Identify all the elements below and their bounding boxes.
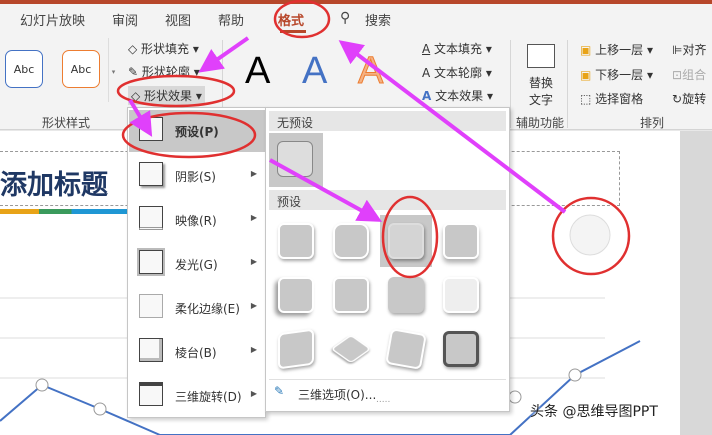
send-backward-button[interactable]: ▣ 下移一层 ▾ [580, 66, 653, 83]
ribbon-tabs: 幻灯片放映 审阅 视图 帮助 格式 ⚲ 搜索 [0, 4, 712, 34]
preset-option-7[interactable] [380, 269, 432, 321]
preset-option-5[interactable] [270, 269, 322, 321]
tab-format[interactable]: 格式 [278, 10, 304, 29]
tab-view[interactable]: 视图 [165, 10, 191, 29]
selection-pane-button[interactable]: ⬚ 选择窗格 [580, 90, 643, 107]
preset-option-2[interactable] [325, 215, 377, 267]
group-label-arrange: 排列 [640, 116, 665, 130]
preset-option-12[interactable] [435, 323, 487, 375]
shape-effects-menu: 预设(P) 阴影(S) ▶ 映像(R) ▶ 发光(G) ▶ 柔化边缘(E) ▶ 棱台(B… [127, 107, 266, 418]
shape-style-orange[interactable]: Abc [62, 50, 100, 88]
menu-item-glow[interactable]: 发光(G) ▶ [129, 243, 265, 285]
shape-effects-button[interactable]: ◇ 形状效果 ▾ [128, 86, 205, 105]
menu-item-preset[interactable]: 预设(P) [129, 110, 265, 152]
3d-options-button[interactable]: 三维选项(O)... [298, 386, 376, 403]
shadow-icon [139, 162, 163, 186]
tab-review[interactable]: 审阅 [112, 10, 138, 29]
bring-forward-button[interactable]: ▣ 上移一层 ▾ [580, 41, 653, 58]
tab-slideshow[interactable]: 幻灯片放映 [20, 10, 85, 29]
submenu-arrow-icon: ▶ [250, 169, 257, 178]
no-preset-header: 无预设 [269, 111, 506, 131]
wordart-black[interactable]: A [245, 50, 270, 93]
menu-item-shadow[interactable]: 阴影(S) ▶ [129, 155, 265, 197]
alt-text-button[interactable]: 替换 文字 [529, 74, 553, 108]
align-button[interactable]: ⊫对齐 [672, 41, 706, 58]
shape-style-blue[interactable]: Abc [5, 50, 43, 88]
rotate-button[interactable]: ↻旋转 [672, 90, 706, 107]
reflection-icon [139, 206, 163, 230]
preset-option-6[interactable] [325, 269, 377, 321]
shape-fill-button[interactable]: ◇ 形状填充 ▾ [128, 40, 199, 57]
bevel-icon [139, 338, 163, 362]
group-button[interactable]: ⊡组合 [672, 66, 706, 83]
alt-text-icon [527, 44, 555, 68]
scrollbar[interactable] [680, 131, 712, 435]
preset-submenu: 无预设 预设 ✎ 三维选项(O)... ..... [265, 107, 510, 412]
preset-option-11[interactable] [380, 323, 432, 375]
submenu-arrow-icon: ▶ [250, 213, 257, 222]
submenu-arrow-icon: ▶ [250, 389, 257, 398]
tab-help[interactable]: 帮助 [218, 10, 244, 29]
preset-option-10[interactable] [325, 323, 377, 375]
search-icon[interactable]: ⚲ [340, 10, 350, 26]
tab-search[interactable]: 搜索 [365, 10, 391, 29]
preset-header: 预设 [269, 190, 506, 210]
shape-outline-button[interactable]: ✎ 形状轮廓 ▾ [128, 63, 200, 80]
text-outline-button[interactable]: A 文本轮廓 ▾ [422, 64, 492, 81]
preset-option-8[interactable] [435, 269, 487, 321]
no-preset-option[interactable] [269, 133, 323, 187]
gallery-scroll[interactable]: ▾ [108, 38, 118, 102]
3d-options-icon: ✎ [274, 384, 285, 398]
group-label-shape-styles: 形状样式 [42, 116, 91, 130]
group-label-accessibility: 辅助功能 [516, 116, 565, 130]
preset-option-3[interactable] [380, 215, 432, 267]
watermark: 头条 @思维导图PPT [530, 404, 658, 420]
glow-icon [137, 248, 165, 276]
preset-option-1[interactable] [270, 215, 322, 267]
active-tab-underline [280, 30, 306, 33]
resize-grip[interactable]: ..... [376, 395, 390, 405]
3d-rotation-icon [139, 382, 163, 406]
preset-option-9[interactable] [270, 323, 322, 375]
submenu-arrow-icon: ▶ [250, 345, 257, 354]
wordart-orange[interactable]: A [357, 50, 383, 93]
text-effects-button[interactable]: A 文本效果 ▾ [422, 87, 493, 104]
soft-edges-icon [139, 294, 163, 318]
submenu-arrow-icon: ▶ [250, 301, 257, 310]
wordart-blue[interactable]: A [302, 50, 327, 93]
menu-item-bevel[interactable]: 棱台(B) ▶ [129, 331, 265, 373]
preset-icon [139, 117, 163, 141]
text-fill-button[interactable]: A 文本填充 ▾ [422, 40, 492, 57]
submenu-arrow-icon: ▶ [250, 257, 257, 266]
menu-item-reflection[interactable]: 映像(R) ▶ [129, 199, 265, 241]
preset-option-4[interactable] [435, 215, 487, 267]
menu-item-3d-rotation[interactable]: 三维旋转(D) ▶ [129, 375, 265, 417]
menu-item-soft-edges[interactable]: 柔化边缘(E) ▶ [129, 287, 265, 329]
